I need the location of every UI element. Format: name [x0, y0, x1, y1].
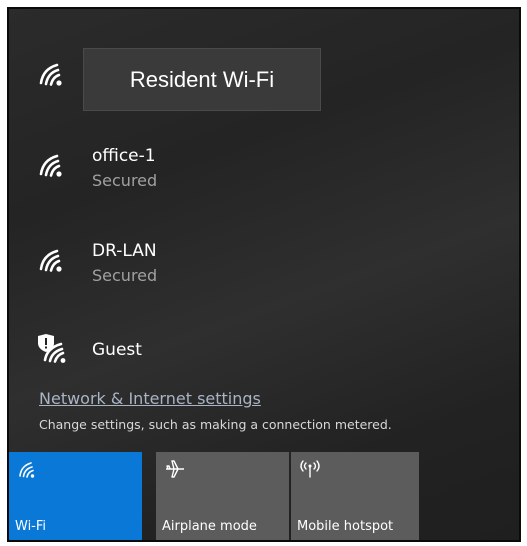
wifi-signal-icon [39, 63, 62, 86]
wifi-signal-icon [39, 154, 62, 177]
airplane-icon [166, 460, 184, 478]
hotspot-icon [300, 460, 320, 478]
network-name: DR-LAN [92, 241, 157, 261]
network-status: Secured [92, 171, 158, 190]
wifi-shield-icon [38, 334, 66, 363]
tile-label: Mobile hotspot [297, 519, 394, 534]
network-tooltip: Resident Wi-Fi [83, 48, 321, 111]
network-settings-description: Change settings, such as making a connec… [39, 417, 392, 432]
network-settings-link[interactable]: Network & Internet settings [39, 389, 261, 408]
airplane-mode-tile[interactable]: Airplane mode [156, 452, 289, 540]
network-item-dr-lan[interactable]: DR-LAN Secured [9, 229, 519, 299]
tile-label: Airplane mode [162, 519, 257, 534]
network-name: office-1 [92, 146, 156, 166]
wifi-icon [19, 462, 35, 478]
tile-label: Wi-Fi [15, 519, 47, 534]
wifi-signal-icon [39, 249, 62, 272]
mobile-hotspot-tile[interactable]: Mobile hotspot [291, 452, 419, 540]
wifi-toggle-tile[interactable]: Wi-Fi [9, 452, 142, 540]
network-status: Secured [92, 266, 158, 285]
network-item-guest[interactable]: Guest [9, 324, 519, 374]
network-name: Guest [92, 340, 142, 360]
network-flyout: office-1 Secured DR-LAN Secured Guest Re… [7, 7, 521, 542]
network-item-office-1[interactable]: office-1 Secured [9, 134, 519, 204]
